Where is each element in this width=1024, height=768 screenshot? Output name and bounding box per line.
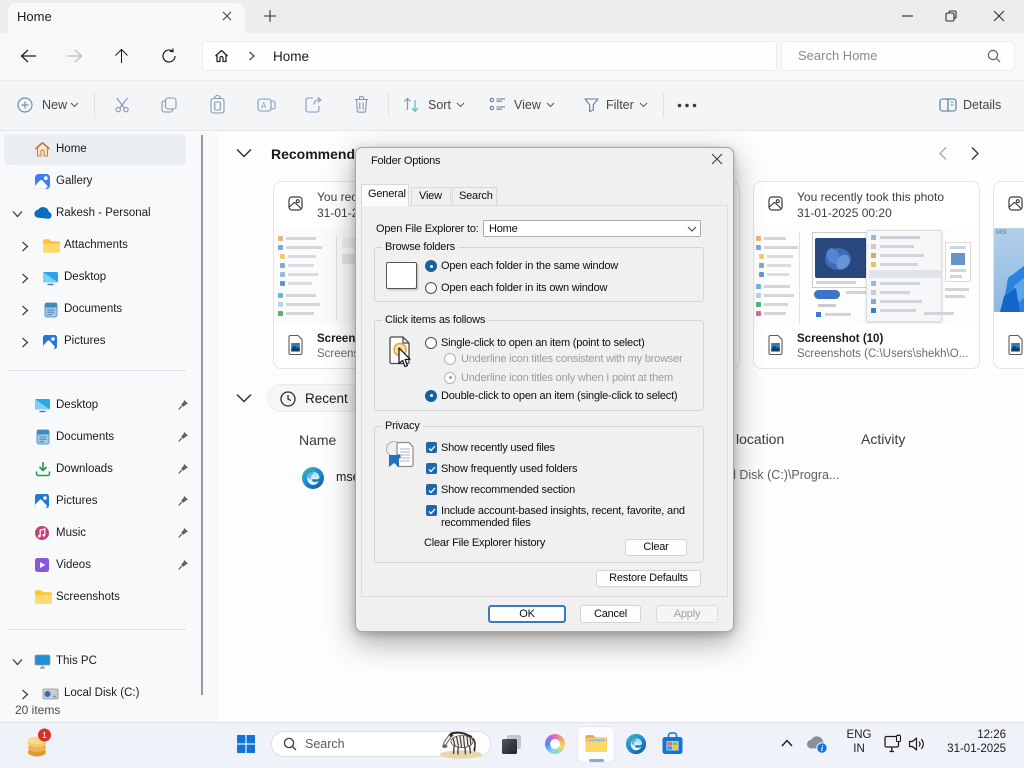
- svg-text:1: 1: [42, 730, 47, 740]
- svg-text:A: A: [261, 102, 267, 111]
